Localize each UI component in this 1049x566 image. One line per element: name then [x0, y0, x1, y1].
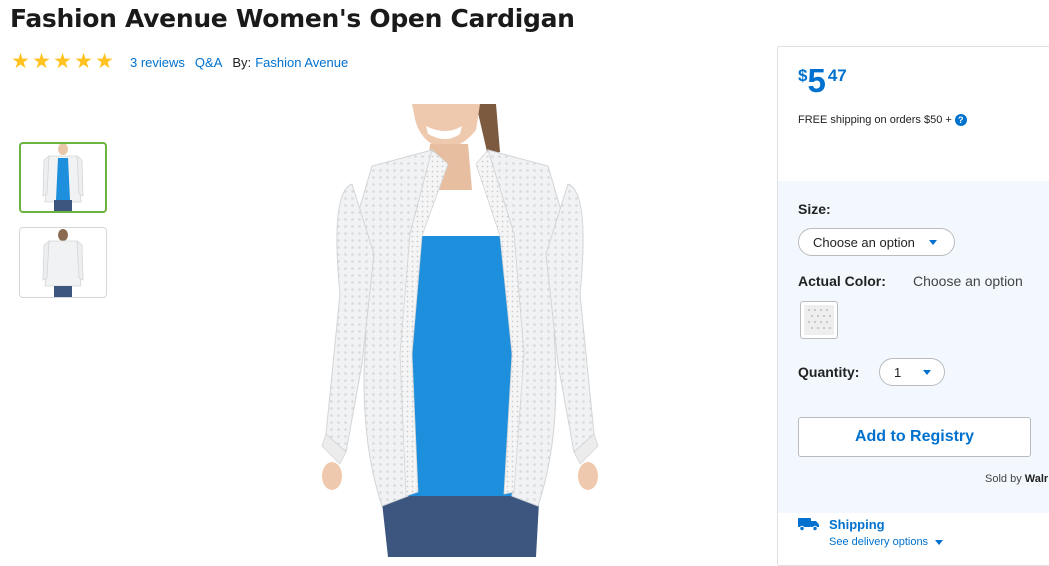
thumbnail-front[interactable]	[19, 142, 107, 213]
size-label: Size:	[798, 201, 831, 217]
quantity-select[interactable]: 1	[879, 358, 945, 386]
sold-by: Sold by Walr	[985, 473, 1048, 485]
free-shipping-note: FREE shipping on orders $50 + ?	[798, 114, 967, 126]
see-delivery-options-link[interactable]: See delivery options	[829, 536, 944, 548]
thumbnail-back[interactable]	[19, 227, 107, 298]
quantity-label: Quantity:	[798, 364, 860, 380]
thumbnail-front-image	[42, 144, 84, 211]
product-main-image[interactable]	[300, 104, 620, 557]
star-icon: ★	[11, 50, 30, 73]
size-select-value: Choose an option	[813, 234, 915, 250]
truck-icon	[798, 518, 819, 531]
sold-by-prefix: Sold by	[985, 473, 1022, 485]
brand-link[interactable]: Fashion Avenue	[255, 55, 348, 70]
qa-link[interactable]: Q&A	[195, 55, 222, 70]
product-title: Fashion Avenue Women's Open Cardigan	[10, 4, 575, 33]
rating-row: ★ ★ ★ ★ ★ 3 reviews Q&A By: Fashion Avenue	[10, 50, 348, 73]
shipping-note-text: FREE shipping on orders $50 +	[798, 114, 952, 126]
quantity-select-value: 1	[894, 364, 902, 380]
star-icon: ★	[95, 50, 114, 73]
question-circle-icon[interactable]: ?	[954, 114, 967, 126]
swatch-knit-image	[804, 305, 834, 335]
color-value: Choose an option	[913, 273, 1023, 289]
price-currency: $	[798, 66, 808, 85]
delivery-link-label: See delivery options	[829, 536, 929, 548]
chevron-down-icon	[935, 539, 944, 545]
color-label: Actual Color:	[798, 273, 886, 289]
star-icon: ★	[74, 50, 93, 73]
price-dollars: 5	[807, 62, 826, 99]
star-icon: ★	[32, 50, 51, 73]
by-label: By:	[232, 54, 252, 70]
chevron-down-icon	[923, 369, 932, 375]
star-icon: ★	[53, 50, 72, 73]
size-select[interactable]: Choose an option	[798, 228, 955, 256]
reviews-link[interactable]: 3 reviews	[130, 55, 185, 70]
chevron-down-icon	[928, 239, 937, 245]
sold-by-name: Walr	[1024, 473, 1049, 485]
variant-options: Size: Choose an option Actual Color: Cho…	[778, 181, 1049, 513]
color-swatch-white[interactable]	[800, 301, 838, 339]
star-rating[interactable]: ★ ★ ★ ★ ★	[10, 50, 115, 73]
purchase-panel: $5 47 FREE shipping on orders $50 + ? Siz…	[777, 46, 1049, 566]
price-cents: 47	[827, 66, 847, 85]
shipping-title: Shipping	[829, 517, 885, 532]
thumbnail-back-image	[42, 229, 84, 297]
add-to-registry-button[interactable]: Add to Registry	[798, 417, 1031, 457]
price: $5 47	[798, 63, 847, 99]
